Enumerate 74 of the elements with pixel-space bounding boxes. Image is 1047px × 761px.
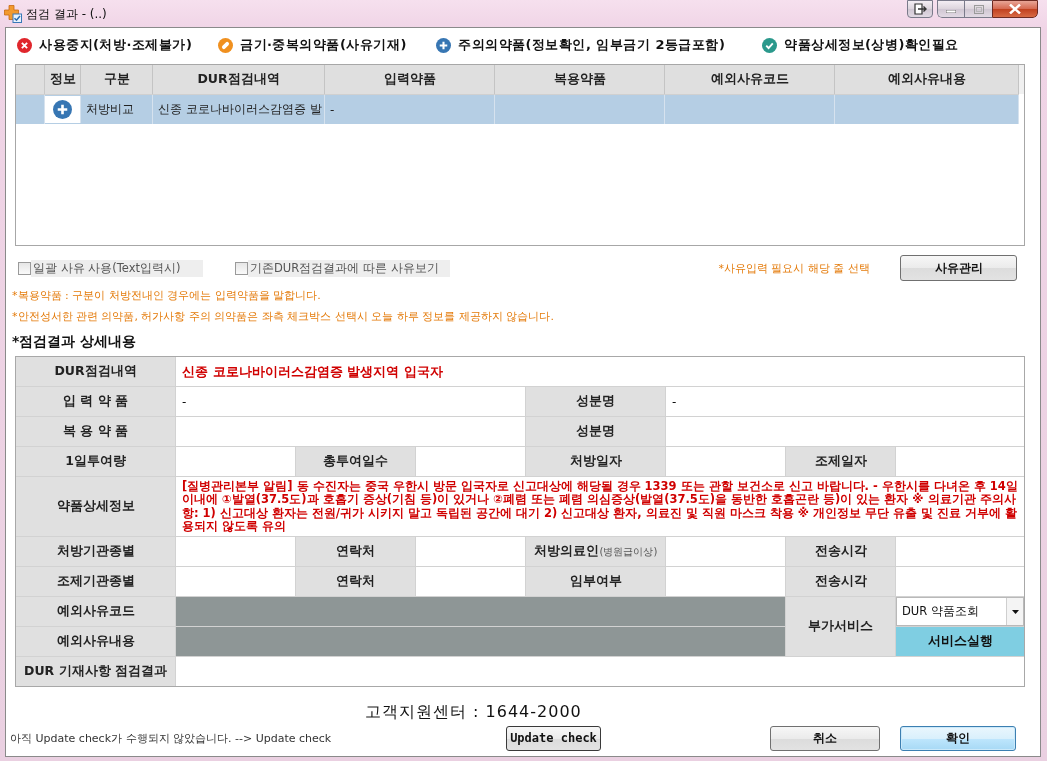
status-text: 아직 Update check가 수행되지 않았습니다. --> Update check	[10, 731, 332, 745]
x-circle-icon	[17, 37, 32, 53]
table-cell-text: 처방비교	[86, 101, 134, 118]
close-button[interactable]	[992, 0, 1038, 18]
field-value: [질병관리본부 알림] 동 수진자는 중국 우한시 방문 입국자로 신고대상에 해당될 경우 1339 또는 관할 보건소로 신고 바랍니다. - 우한시를 다녀온 후 14일 이내에 ①발열(37.5도)과 호흡기 증상(기침 등)이 있거나 ②폐렴 또는 폐렴 의심증상(발열(37.5도)을 동반한 호흡곤란 등)이 있는 환자 ※ 의료기관 주의사항: 1) 신고대상 환자는 전원/귀가 시키지 말고 독립된 공간에 대기 2) 신고대상 환자, 의료진 및 직원 마스크 착용 ※ 개인정보 무단 유출 및 진료 거부에 활용되지 않도록 유의	[176, 477, 1024, 536]
section-heading: *점검결과 상세내용	[12, 333, 137, 351]
legend-label: 사용중지(처방·조제불가)	[39, 36, 193, 54]
column-header[interactable]: DUR점검내역	[153, 65, 325, 94]
update-check-button[interactable]: Update check	[506, 725, 601, 751]
field-label: 조제일자	[786, 447, 895, 476]
checkbox[interactable]	[235, 261, 248, 275]
field-label: 1일투여량	[16, 447, 175, 476]
checkbox-label[interactable]: 일괄 사유 사용(Text입력시)	[31, 259, 203, 277]
field-label: 성분명	[526, 387, 665, 416]
dialog-button[interactable]: 확인	[900, 725, 1016, 751]
field-label: 성분명	[526, 417, 665, 446]
document-button[interactable]	[907, 0, 933, 18]
checkbox-label[interactable]: 기존DUR점검결과에 따른 사유보기	[248, 259, 450, 277]
table-cell-text: 신종 코로나바이러스감염증 발	[158, 101, 322, 118]
corner-header	[16, 65, 45, 94]
legend-label: 약품상세정보(상병)확인필요	[784, 36, 959, 54]
check-circle-icon	[762, 37, 777, 53]
plus-circle-icon	[436, 37, 451, 53]
cross-check-icon	[4, 5, 22, 23]
minimize-button[interactable]	[937, 0, 964, 18]
service-run-button[interactable]: 서비스실행	[896, 627, 1024, 656]
field-label: 부가서비스	[786, 597, 895, 656]
maximize-icon	[973, 4, 984, 14]
note-text: *안전성서한 관련 의약품, 허가사항 주의 의약품은 좌측 체크박스 선택시 오늘 하루 정보를 제공하지 않습니다.	[12, 309, 554, 324]
field-label: 처방의료인(병원급이상)	[526, 537, 665, 566]
column-header[interactable]: 구분	[81, 65, 153, 94]
field-label: DUR점검내역	[16, 357, 175, 386]
dialog-button[interactable]: 취소	[770, 725, 880, 751]
legend-label: 주의의약품(정보확인, 임부금기 2등급포함)	[458, 36, 726, 54]
field-label: 연락처	[296, 567, 415, 596]
field-label: DUR 기재사항 점검결과	[16, 657, 175, 686]
field-label: 전송시각	[786, 567, 895, 596]
column-header[interactable]: 예외사유코드	[665, 65, 835, 94]
minimize-icon	[946, 10, 956, 13]
table-cell-text: -	[330, 102, 335, 117]
column-header[interactable]: 정보	[45, 65, 81, 94]
note-text: *복용약품 : 구분이 처방전내인 경우에는 입력약품을 말합니다.	[12, 288, 321, 303]
field-label: 조제기관종별	[16, 567, 175, 596]
pill-icon	[218, 37, 233, 53]
table-row[interactable]: 처방비교 신종 코로나바이러스감염증 발 -	[16, 94, 1019, 124]
field-label: 총투여일수	[296, 447, 415, 476]
field-value: -	[666, 387, 1024, 416]
column-header[interactable]: 입력약품	[325, 65, 495, 94]
field-label: 처방기관종별	[16, 537, 175, 566]
field-label: 처방일자	[526, 447, 665, 476]
manage-button[interactable]: 사유관리	[900, 255, 1017, 281]
field-label: 전송시각	[786, 537, 895, 566]
hint-text: *사유입력 필요시 해당 줄 선택	[718, 260, 870, 276]
field-label: 복 용 약 품	[16, 417, 175, 446]
field-label: 예외사유내용	[16, 627, 175, 656]
plus-circle-icon	[53, 100, 72, 119]
field-label: 연락처	[296, 537, 415, 566]
field-label: 임부여부	[526, 567, 665, 596]
legend-label: 금기·중복의약품(사유기재)	[240, 36, 407, 54]
support-phone-text: 고객지원센터 : 1644-2000	[365, 701, 582, 723]
caret-icon	[1011, 609, 1019, 614]
maximize-button[interactable]	[964, 0, 992, 18]
service-select[interactable]: DUR 약품조회	[896, 597, 1024, 626]
close-icon	[1009, 4, 1021, 14]
field-value: -	[176, 387, 525, 416]
checkbox[interactable]	[18, 261, 31, 275]
field-value: 신종 코로나바이러스감염증 발생지역 입국자	[176, 357, 1024, 386]
field-label: 입 력 약 품	[16, 387, 175, 416]
document-arrow-icon	[913, 3, 927, 15]
field-label: 약품상세정보	[16, 477, 175, 536]
column-header[interactable]: 예외사유내용	[835, 65, 1019, 94]
window-title: 점검 결과 - (..)	[26, 6, 107, 23]
field-label: 예외사유코드	[16, 597, 175, 626]
column-header[interactable]: 복용약품	[495, 65, 665, 94]
